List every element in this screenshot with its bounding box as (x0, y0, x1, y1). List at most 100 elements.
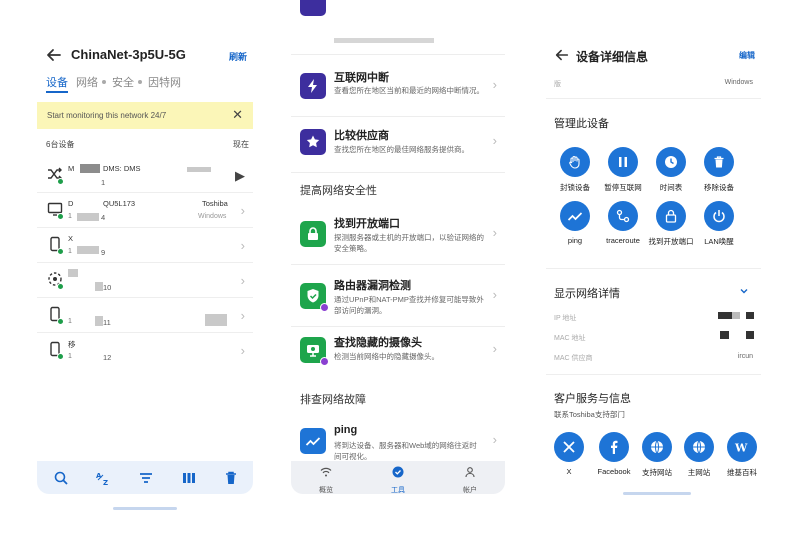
action-open-ports[interactable]: 找到开放端口 (645, 201, 697, 247)
action-label: 封锁设备 (560, 183, 590, 192)
support-link-wikipedia[interactable]: W 维基百科 (716, 432, 761, 478)
manage-section-title: 管理此设备 (554, 118, 609, 130)
device-row[interactable]: X 1 9 › (37, 228, 253, 263)
refresh-button[interactable]: 刷新 (229, 50, 247, 63)
divider (546, 98, 761, 99)
tool-item-internet-outage[interactable]: 互联网中断 查看您所在地区当前和最近的网络中断情况。 › (291, 55, 505, 117)
bottom-navigation: 概览 工具 帐户 (291, 461, 505, 494)
tool-item-ping[interactable]: ping 将到达设备、服务器和Web域的网络往返时间可视化。 › (291, 412, 505, 462)
wifi-icon (320, 467, 332, 477)
section-heading-security: 提高网络安全性 (300, 185, 377, 197)
device-ip-suffix: 9 (101, 248, 106, 257)
action-pause-internet[interactable]: 暂停互联网 (597, 147, 649, 193)
action-label: 暂停互联网 (604, 183, 642, 192)
chevron-right-icon: › (240, 203, 245, 218)
tool-description: 查找您所在地区的最佳网络服务提供商。 (334, 145, 469, 154)
redacted-block (205, 314, 227, 326)
device-sub: 1 (68, 213, 72, 220)
action-wake-on-lan[interactable]: LAN唤醒 (693, 201, 745, 247)
device-model: DMS: DMS (103, 164, 141, 173)
camera-icon (300, 337, 329, 366)
redacted-block (718, 312, 732, 319)
columns-icon[interactable] (181, 470, 197, 486)
chevron-right-icon: › (492, 341, 497, 356)
delete-icon[interactable] (223, 470, 239, 486)
edit-button[interactable]: 编辑 (739, 50, 755, 61)
tab-separator (138, 80, 142, 84)
back-arrow-icon[interactable] (45, 46, 63, 64)
tool-title: 互联网中断 (334, 72, 389, 84)
device-row[interactable]: 1 11 › (37, 298, 253, 333)
traceroute-icon (616, 209, 630, 223)
back-arrow-icon[interactable] (554, 47, 570, 63)
tool-description: 通过UPnP和NAT-PMP查找并修复可能导致外部访问的漏洞。 (334, 295, 484, 315)
redacted-block (95, 316, 103, 326)
trash-icon (714, 156, 724, 168)
device-os: Windows (198, 213, 227, 220)
os-label: 版 (554, 81, 561, 88)
redacted-block (746, 331, 754, 339)
device-name: 移 (68, 340, 76, 349)
action-label: 移除设备 (704, 183, 734, 192)
chevron-down-icon[interactable] (739, 286, 749, 296)
sort-az-icon[interactable]: A Z (95, 470, 111, 486)
chevron-right-icon: › (492, 287, 497, 302)
redacted-block (187, 167, 211, 172)
ip-address-label: IP 地址 (554, 315, 577, 322)
tool-item-router-vuln[interactable]: 路由器漏洞检测 通过UPnP和NAT-PMP查找并修复可能导致外部访问的漏洞。 … (291, 265, 505, 327)
redacted-block (720, 331, 729, 339)
tab-network[interactable]: 网络 (76, 74, 98, 90)
device-count: 6台设备 (46, 140, 75, 149)
tool-title: 找到开放端口 (334, 218, 400, 230)
tab-internet[interactable]: 因特网 (148, 74, 181, 90)
device-row[interactable]: D QU5L173 1 4 Toshiba Windows › (37, 193, 253, 228)
device-model: QU5L173 (103, 199, 136, 208)
partial-text (334, 38, 434, 43)
star-badge-icon (300, 129, 326, 155)
nav-overview[interactable]: 概览 (301, 465, 351, 495)
svg-text:W: W (734, 442, 748, 455)
action-block-device[interactable]: 封锁设备 (549, 147, 601, 193)
divider (546, 268, 761, 269)
tool-icon-partial (300, 0, 326, 16)
tool-item-open-ports[interactable]: 找到开放端口 探测服务器或主机的开放端口，以验证网络的安全策略。 › (291, 203, 505, 265)
play-icon[interactable]: ▶ (235, 169, 245, 182)
tools-icon (392, 466, 404, 478)
action-schedule[interactable]: 时间表 (645, 147, 697, 193)
action-traceroute[interactable]: traceroute (597, 201, 649, 245)
device-row[interactable]: M DMS: DMS 1 ▶ (37, 158, 253, 193)
tool-item-partial[interactable] (291, 0, 505, 55)
device-row[interactable]: 10 › (37, 263, 253, 298)
mac-vendor-label: MAC 供应商 (554, 355, 593, 362)
nav-label: 帐户 (463, 487, 477, 494)
tool-item-compare-providers[interactable]: 比较供应商 查找您所在地区的最佳网络服务提供商。 › (291, 117, 505, 173)
top-app-bar: ChinaNet-3p5U-5G 刷新 (37, 44, 253, 68)
device-sub: 1 (68, 353, 72, 360)
mac-address-label: MAC 地址 (554, 335, 586, 342)
network-section-title[interactable]: 显示网络详情 (554, 285, 620, 301)
nav-account[interactable]: 帐户 (445, 465, 495, 495)
page-title: 设备详细信息 (576, 50, 649, 64)
device-row[interactable]: 移 1 12 › (37, 333, 253, 368)
tab-devices[interactable]: 设备 (46, 74, 68, 90)
action-ping[interactable]: ping (549, 201, 601, 245)
facebook-icon (611, 440, 618, 454)
chevron-right-icon: › (240, 343, 245, 358)
nav-tools[interactable]: 工具 (373, 465, 423, 495)
device-ip-suffix: 4 (101, 213, 106, 222)
globe-icon (693, 440, 705, 454)
tool-item-hidden-cameras[interactable]: 查找隐藏的摄像头 检测当前网络中的隐藏摄像头。 › (291, 327, 505, 374)
bottom-action-bar: A Z (37, 461, 253, 494)
redacted-block (80, 164, 100, 173)
monitoring-banner[interactable]: Start monitoring this network 24/7 ✕ (37, 102, 253, 129)
tab-security[interactable]: 安全 (112, 74, 134, 90)
action-remove-device[interactable]: 移除设备 (693, 147, 745, 193)
tools-screen: 互联网中断 查看您所在地区当前和最近的网络中断情况。 › 比较供应商 查找您所在… (291, 0, 505, 541)
chevron-right-icon: › (492, 225, 497, 240)
filter-icon[interactable] (138, 470, 154, 486)
close-icon[interactable]: ✕ (232, 108, 243, 121)
device-list-screen: ChinaNet-3p5U-5G 刷新 设备 网络 安全 因特网 Start m… (37, 0, 253, 541)
search-icon[interactable] (53, 470, 69, 486)
online-status-dot (57, 213, 64, 220)
tool-description: 探测服务器或主机的开放端口，以验证网络的安全策略。 (334, 233, 484, 253)
